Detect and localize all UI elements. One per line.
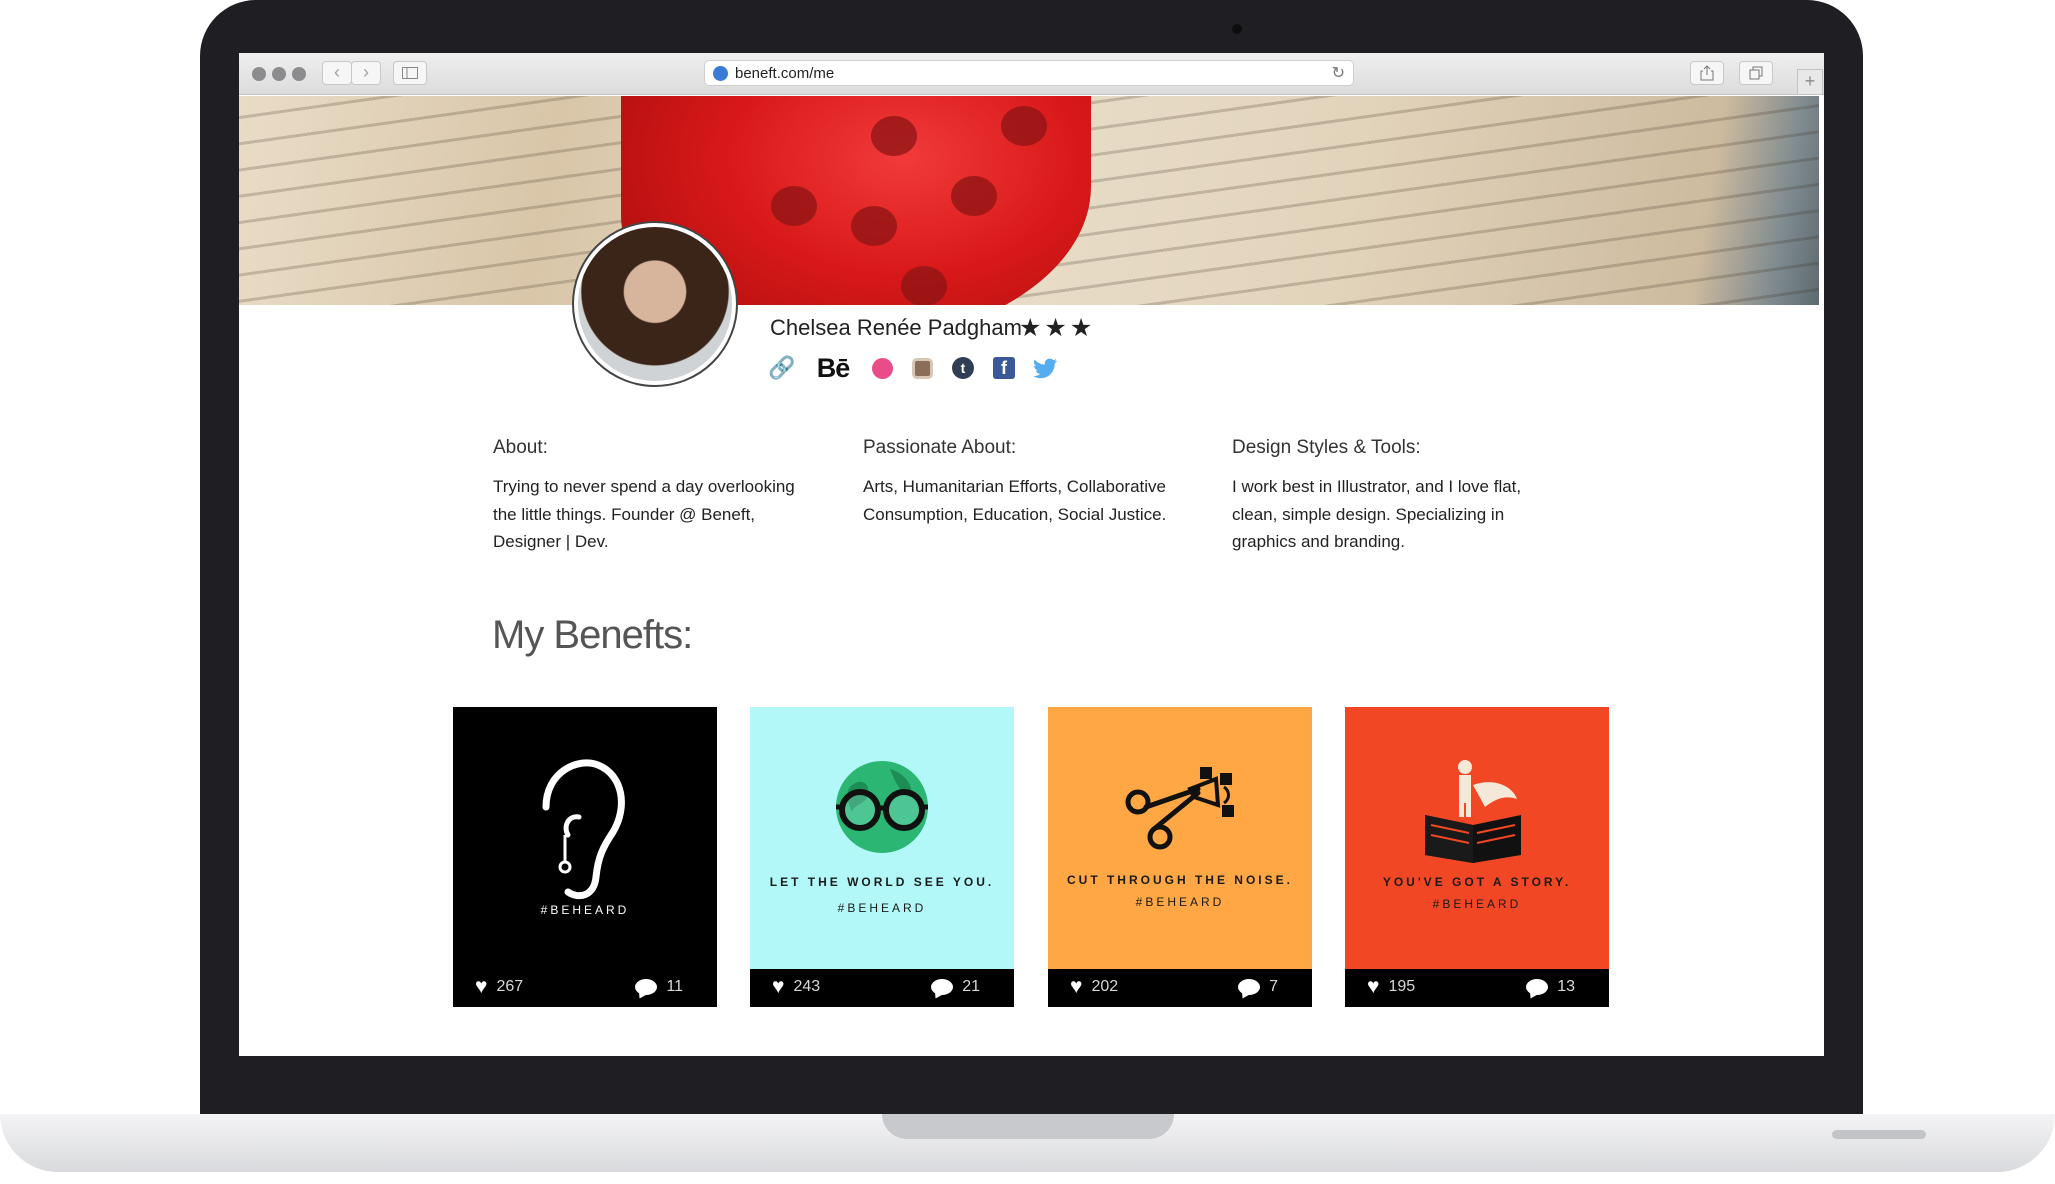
share-icon: [1700, 65, 1714, 81]
heart-pattern: [771, 186, 817, 226]
globe-glasses-icon: [836, 761, 928, 853]
comments-count[interactable]: 11: [635, 978, 683, 996]
comments-count[interactable]: 7: [1238, 978, 1278, 996]
tabs-icon: [1749, 66, 1763, 80]
benefit-card[interactable]: LET THE WORLD SEE YOU. #BEHEARD ♥ 243 21: [750, 707, 1014, 1007]
styles-column: Design Styles & Tools: I work best in Il…: [1232, 437, 1552, 556]
hero-banner: [239, 96, 1819, 305]
benefit-card[interactable]: YOU'VE GOT A STORY. #BEHEARD ♥ 195 13: [1345, 707, 1609, 1007]
card-stats: ♥ 195 13: [1345, 969, 1609, 1007]
heart-pattern: [851, 206, 897, 246]
dribbble-icon[interactable]: [872, 357, 893, 379]
comments-count[interactable]: 21: [931, 978, 980, 996]
comments-value: 11: [666, 978, 683, 995]
comment-icon: [1526, 979, 1549, 995]
likes-value: 267: [496, 978, 524, 995]
likes-value: 202: [1091, 978, 1119, 995]
link-icon[interactable]: 🔗: [768, 355, 795, 380]
new-tab-button[interactable]: +: [1797, 69, 1823, 95]
heart-icon: ♥: [1367, 975, 1380, 998]
styles-title: Design Styles & Tools:: [1232, 437, 1421, 458]
forward-button[interactable]: ›: [351, 61, 381, 85]
about-body: Trying to never spend a day overlooking …: [493, 477, 795, 551]
comments-count[interactable]: 13: [1526, 978, 1575, 996]
card-tagline: YOU'VE GOT A STORY.: [1382, 875, 1572, 889]
avatar-photo: [578, 227, 732, 381]
tabs-overview-button[interactable]: [1739, 61, 1773, 85]
heart-icon: ♥: [772, 975, 785, 998]
comments-value: 21: [962, 978, 980, 995]
benefits-heading: My Benefts:: [492, 613, 693, 657]
heart-icon: ♥: [1070, 975, 1083, 998]
card-tagline: LET THE WORLD SEE YOU.: [769, 875, 995, 889]
likes-count[interactable]: ♥ 267: [475, 975, 524, 998]
reload-button[interactable]: ↻: [1332, 63, 1345, 83]
about-title: About:: [493, 437, 548, 458]
card-stats: ♥ 267 11: [453, 969, 717, 1007]
address-bar[interactable]: beneft.com/me ↻: [704, 60, 1354, 86]
benefit-card[interactable]: CUT THROUGH THE NOISE. #BEHEARD ♥ 202 7: [1048, 707, 1312, 1007]
card-stats: ♥ 202 7: [1048, 969, 1312, 1007]
card-hashtag: #BEHEARD: [1432, 897, 1522, 911]
comment-icon: [635, 979, 658, 995]
card-tagline: CUT THROUGH THE NOISE.: [1066, 873, 1293, 887]
card-artwork[interactable]: LET THE WORLD SEE YOU. #BEHEARD: [750, 707, 1014, 969]
share-button[interactable]: [1690, 61, 1724, 85]
heart-pattern: [871, 116, 917, 156]
comment-icon: [931, 979, 954, 995]
card-stats: ♥ 243 21: [750, 969, 1014, 1007]
benefit-card[interactable]: #BEHEARD ♥ 267 11: [453, 707, 717, 1007]
scissors-megaphone-icon: [1125, 767, 1234, 850]
card-artwork[interactable]: CUT THROUGH THE NOISE. #BEHEARD: [1048, 707, 1312, 969]
behance-icon[interactable]: Bē: [813, 353, 853, 383]
url-text[interactable]: beneft.com/me: [735, 65, 834, 82]
ear-icon: [542, 759, 625, 900]
book-hero-icon: [1425, 760, 1521, 863]
heart-pattern: [1001, 106, 1047, 146]
about-column: About: Trying to never spend a day overl…: [493, 437, 823, 556]
card-hashtag: #BEHEARD: [540, 903, 630, 917]
facebook-icon[interactable]: f: [993, 357, 1015, 379]
laptop-notch: [882, 1114, 1174, 1139]
card-artwork[interactable]: #BEHEARD: [453, 707, 717, 969]
twitter-bird-icon: [1034, 358, 1058, 379]
browser-window: ‹ › beneft.com/me ↻ + Chelsea Renée Padg…: [239, 53, 1824, 1056]
profile-name: Chelsea Renée Padgham: [770, 315, 1022, 340]
heart-pattern: [901, 266, 947, 305]
card-artwork[interactable]: YOU'VE GOT A STORY. #BEHEARD: [1345, 707, 1609, 969]
passion-title: Passionate About:: [863, 437, 1017, 458]
zoom-window-button[interactable]: [292, 67, 306, 81]
card-hashtag: #BEHEARD: [837, 901, 927, 915]
camera-icon: [1232, 24, 1242, 34]
styles-body: I work best in Illustrator, and I love f…: [1232, 477, 1522, 551]
back-button[interactable]: ‹: [322, 61, 352, 85]
passion-body: Arts, Humanitarian Efforts, Collaborativ…: [863, 477, 1167, 524]
comment-icon: [1238, 979, 1261, 995]
laptop-foot: [1832, 1130, 1926, 1139]
passion-column: Passionate About: Arts, Humanitarian Eff…: [863, 437, 1193, 528]
likes-value: 243: [793, 978, 821, 995]
likes-count[interactable]: ♥ 202: [1070, 975, 1119, 998]
instagram-icon[interactable]: [912, 357, 933, 379]
sidebar-icon: [402, 67, 418, 79]
globe-icon: [713, 66, 728, 81]
browser-toolbar: ‹ › beneft.com/me ↻ +: [239, 53, 1824, 95]
minimize-window-button[interactable]: [272, 67, 286, 81]
heart-pattern: [951, 176, 997, 216]
comments-value: 7: [1269, 978, 1278, 995]
likes-count[interactable]: ♥ 195: [1367, 975, 1416, 998]
card-hashtag: #BEHEARD: [1135, 895, 1225, 909]
rating-stars: ★★★: [1019, 314, 1096, 342]
comments-value: 13: [1557, 978, 1575, 995]
sidebar-toggle-button[interactable]: [393, 61, 427, 85]
social-links: 🔗 Bē t f: [768, 353, 1058, 383]
likes-count[interactable]: ♥ 243: [772, 975, 821, 998]
twitter-icon[interactable]: [1034, 356, 1058, 380]
heart-icon: ♥: [475, 975, 488, 998]
close-window-button[interactable]: [252, 67, 266, 81]
avatar[interactable]: [572, 221, 738, 387]
likes-value: 195: [1388, 978, 1416, 995]
tumblr-icon[interactable]: t: [952, 357, 974, 379]
